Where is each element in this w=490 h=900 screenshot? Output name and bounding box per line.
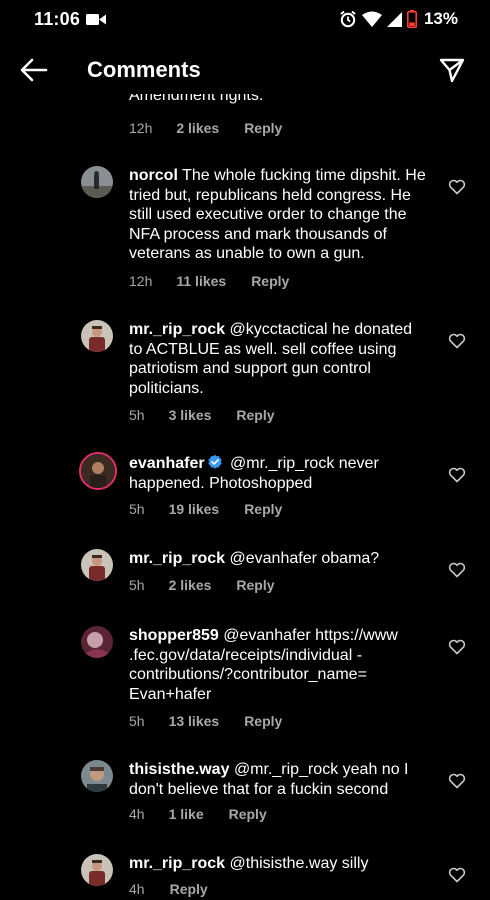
comment-username[interactable]: mr._rip_rock [129,855,225,872]
reply-button[interactable]: Reply [244,501,282,517]
comment-text: @evanhafer obama? [229,550,380,567]
verified-badge-icon [207,454,222,469]
comment-meta: 12h 11 likes Reply [129,273,289,289]
comment-body: thisisthe.way @mr._rip_rock yeah no I do… [129,760,429,799]
comment-likes[interactable]: 1 like [169,806,204,822]
avatar[interactable] [81,549,113,581]
comment-meta: 5h 13 likes Reply [129,713,282,729]
comment-body: mr._rip_rock @thisisthe.way silly [129,854,429,874]
comment-likes[interactable]: 3 likes [169,407,212,423]
cell-signal-icon [386,11,402,27]
video-camera-icon [86,14,106,25]
comment-username[interactable]: shopper859 [129,627,219,644]
avatar[interactable] [81,760,113,792]
comment-text: @thisisthe.way silly [229,855,369,872]
comment-time: 4h [129,881,145,897]
comment-username[interactable]: thisisthe.way [129,761,229,778]
comment-body: mr._rip_rock @evanhafer obama? [129,549,429,569]
comment-meta: 5h 2 likes Reply [129,577,275,593]
avatar[interactable] [81,626,113,658]
comment-likes[interactable]: 2 likes [176,120,219,136]
comment-time: 5h [129,713,145,729]
comment-time: 4h [129,806,145,822]
like-heart-icon[interactable] [448,773,466,789]
comment-meta: 4h Reply [129,881,208,897]
comment-time: 5h [129,577,145,593]
comment-body: evanhafer @mr._rip_rock never happened. … [129,454,429,493]
page-title: Comments [87,57,201,82]
comment-likes[interactable]: 11 likes [176,273,226,289]
battery-icon [406,10,417,28]
reply-button[interactable]: Reply [244,120,282,136]
send-icon[interactable] [438,56,466,84]
comment-time: 5h [129,407,145,423]
comment-meta: 4h 1 like Reply [129,806,267,822]
battery-percentage: 13% [423,9,458,28]
alarm-icon [340,10,356,28]
comment-text: Amendment rights. [129,94,264,104]
comment-username[interactable]: norcol [129,167,178,184]
like-heart-icon[interactable] [448,562,466,578]
avatar[interactable] [79,452,117,490]
comment-time: 12h [129,120,153,136]
comment-likes[interactable]: 13 likes [169,713,220,729]
reply-button[interactable]: Reply [251,273,289,289]
comment-username[interactable]: mr._rip_rock [129,321,225,338]
comment-meta: 12h 2 likes Reply [129,120,282,136]
comment-time: 12h [129,273,153,289]
like-heart-icon[interactable] [448,333,466,349]
comment-time: 5h [129,501,145,517]
comment-username[interactable]: mr._rip_rock [129,550,225,567]
reply-button[interactable]: Reply [236,407,274,423]
reply-button[interactable]: Reply [170,881,208,897]
comment-meta: 5h 19 likes Reply [129,501,282,517]
comment-list[interactable]: Amendment rights. 12h 2 likes Reply norcol… [0,94,490,900]
like-heart-icon[interactable] [448,179,466,195]
header: Comments [0,46,490,94]
reply-button[interactable]: Reply [229,806,267,822]
wifi-icon [361,11,382,27]
comment-likes[interactable]: 2 likes [169,577,212,593]
avatar[interactable] [81,166,113,198]
comment-body: mr._rip_rock @kycctactical he donated to… [129,320,429,398]
comment-meta: 5h 3 likes Reply [129,407,275,423]
comment-body: shopper859 @evanhafer https://www .fec.g… [129,626,419,704]
comment-body: norcol The whole fucking time dipshit. H… [129,166,429,264]
reply-button[interactable]: Reply [236,577,274,593]
reply-button[interactable]: Reply [244,713,282,729]
like-heart-icon[interactable] [448,867,466,883]
avatar[interactable] [81,320,113,352]
comment-username[interactable]: evanhafer [129,455,205,472]
back-arrow-icon[interactable] [20,58,48,82]
status-icons: 13% [339,9,458,29]
like-heart-icon[interactable] [448,467,466,483]
status-bar: 11:06 13% [0,0,490,38]
avatar[interactable] [81,854,113,886]
like-heart-icon[interactable] [448,639,466,655]
comment-likes[interactable]: 19 likes [169,501,220,517]
status-time: 11:06 [34,9,81,29]
